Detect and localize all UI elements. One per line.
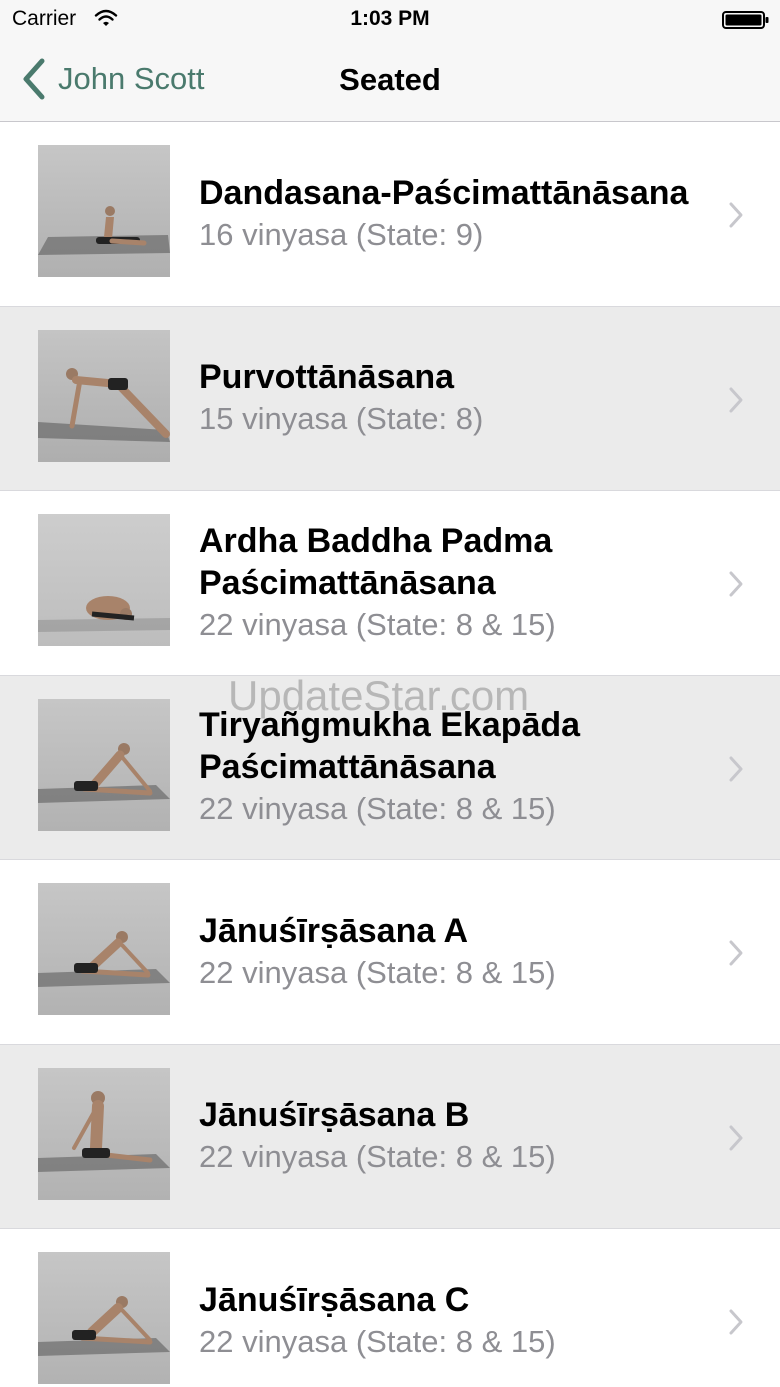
pose-detail: 22 vinyasa (State: 8 & 15) bbox=[199, 1139, 556, 1175]
pose-list: Dandasana-Paścimattānāsana 16 vinyasa (S… bbox=[0, 122, 780, 1387]
list-item[interactable]: Dandasana-Paścimattānāsana 16 vinyasa (S… bbox=[0, 122, 780, 307]
chevron-right-icon bbox=[729, 202, 743, 228]
chevron-right-icon bbox=[729, 940, 743, 966]
pose-name: Dandasana-Paścimattānāsana bbox=[199, 173, 689, 212]
pose-thumbnail bbox=[38, 883, 170, 1015]
chevron-right-icon bbox=[729, 387, 743, 412]
pose-thumbnail bbox=[38, 1252, 170, 1384]
pose-text: Jānuśīrṣāsana A 22 vinyasa (State: 8 & 1… bbox=[199, 860, 690, 1044]
pose-name: Tiryañgmukha Ekapāda Paścimattānāsana bbox=[199, 706, 581, 787]
chevron-right-icon bbox=[729, 571, 743, 597]
pose-name: Jānuśīrṣāsana A bbox=[199, 911, 468, 950]
pose-detail: 22 vinyasa (State: 8 & 15) bbox=[199, 791, 556, 827]
list-item[interactable]: Ardha Baddha Padma Paścimattānāsana 22 v… bbox=[0, 491, 780, 676]
pose-thumbnail bbox=[38, 329, 170, 462]
pose-text: Jānuśīrṣāsana C 22 vinyasa (State: 8 & 1… bbox=[199, 1229, 690, 1387]
pose-text: Tiryañgmukha Ekapāda Paścimattānāsana 22… bbox=[199, 676, 690, 860]
pose-thumbnail bbox=[38, 145, 170, 277]
pose-detail: 22 vinyasa (State: 8 & 15) bbox=[199, 606, 556, 642]
list-item[interactable]: Purvottānāsana 15 vinyasa (State: 8) bbox=[0, 306, 780, 491]
chevron-right-icon bbox=[729, 756, 743, 781]
navigation-bar: John Scott Seated bbox=[0, 40, 780, 122]
pose-text: Ardha Baddha Padma Paścimattānāsana 22 v… bbox=[199, 491, 690, 675]
pose-text: Jānuśīrṣāsana B 22 vinyasa (State: 8 & 1… bbox=[199, 1045, 690, 1229]
pose-name: Jānuśīrṣāsana C bbox=[199, 1280, 470, 1319]
list-item[interactable]: Jānuśīrṣāsana A 22 vinyasa (State: 8 & 1… bbox=[0, 860, 780, 1045]
pose-detail: 22 vinyasa (State: 8 & 15) bbox=[199, 954, 556, 990]
pose-thumbnail bbox=[38, 514, 170, 646]
battery-icon bbox=[722, 11, 769, 29]
list-item[interactable]: Jānuśīrṣāsana B 22 vinyasa (State: 8 & 1… bbox=[0, 1044, 780, 1229]
pose-thumbnail bbox=[38, 698, 170, 831]
pose-text: Dandasana-Paścimattānāsana 16 vinyasa (S… bbox=[199, 122, 690, 306]
chevron-right-icon bbox=[729, 1125, 743, 1150]
pose-text: Purvottānāsana 15 vinyasa (State: 8) bbox=[199, 307, 690, 491]
page-title: Seated bbox=[339, 62, 441, 97]
pose-detail: 16 vinyasa (State: 9) bbox=[199, 216, 484, 252]
pose-thumbnail bbox=[38, 1067, 170, 1200]
pose-detail: 15 vinyasa (State: 8) bbox=[199, 401, 484, 437]
status-time: 1:03 PM bbox=[350, 7, 430, 30]
list-item[interactable]: Tiryañgmukha Ekapāda Paścimattānāsana 22… bbox=[0, 675, 780, 860]
pose-name: Ardha Baddha Padma Paścimattānāsana bbox=[199, 521, 553, 602]
status-bar: Carrier 1:03 PM bbox=[0, 0, 780, 40]
list-item[interactable]: Jānuśīrṣāsana C 22 vinyasa (State: 8 & 1… bbox=[0, 1229, 780, 1387]
pose-name: Jānuśīrṣāsana B bbox=[199, 1096, 470, 1135]
chevron-right-icon bbox=[729, 1309, 743, 1335]
pose-name: Purvottānāsana bbox=[199, 358, 455, 397]
pose-detail: 22 vinyasa (State: 8 & 15) bbox=[199, 1323, 556, 1359]
